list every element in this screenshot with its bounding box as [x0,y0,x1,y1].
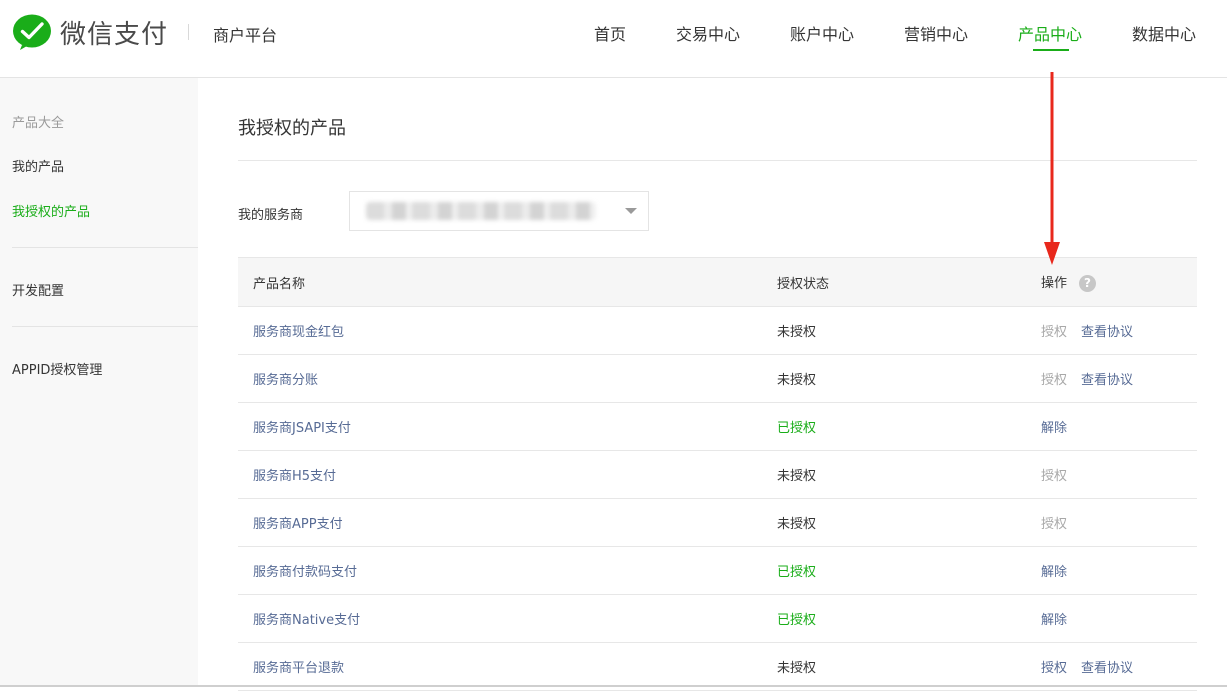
auth-status-text: 未授权 [777,517,817,532]
table-row: 服务商付款码支付 已授权 解除 [238,546,1197,595]
nav-account[interactable]: 账户中心 [790,21,854,45]
cell-actions: 授权 查看协议 [1041,354,1197,403]
authorize-button-disabled: 授权 [1041,469,1068,484]
sidebar-divider [12,247,198,248]
cell-auth-status: 未授权 [777,306,1041,355]
authorize-button-disabled: 授权 [1041,373,1068,388]
cell-auth-status: 已授权 [777,546,1041,595]
view-agreement-link[interactable]: 查看协议 [1081,325,1133,340]
cell-actions: 解除 [1041,546,1197,595]
nav-data[interactable]: 数据中心 [1132,21,1196,45]
cell-auth-status: 已授权 [777,402,1041,451]
auth-status-text: 已授权 [777,421,817,436]
red-arrow-annotation [1044,72,1060,265]
cell-actions: 解除 [1041,402,1197,451]
nav-transactions[interactable]: 交易中心 [676,21,740,45]
table-row: 服务商分账 未授权 授权 查看协议 [238,354,1197,403]
auth-status-text: 已授权 [777,565,817,580]
cell-auth-status: 已授权 [777,594,1041,643]
product-name-link[interactable]: 服务商分账 [253,373,318,388]
revoke-link[interactable]: 解除 [1041,565,1067,580]
column-header-actions-label: 操作 [1041,276,1068,291]
brand-divider [188,24,189,40]
cell-product-name: 服务商H5支付 [238,450,777,499]
cell-actions: 授权 查看协议 [1041,642,1197,691]
cell-auth-status: 未授权 [777,498,1041,547]
authorize-link[interactable]: 授权 [1041,661,1067,676]
cell-product-name: 服务商现金红包 [238,306,777,355]
cell-product-name: 服务商JSAPI支付 [238,402,777,451]
cell-product-name: 服务商分账 [238,354,777,403]
table-row: 服务商Native支付 已授权 解除 [238,594,1197,643]
sidebar-item-my-products[interactable]: 我的产品 [12,156,64,175]
auth-status-text: 未授权 [777,469,817,484]
cell-auth-status: 未授权 [777,450,1041,499]
wechat-pay-logo-icon[interactable] [12,13,52,51]
nav-home[interactable]: 首页 [594,21,626,45]
platform-name: 商户平台 [213,26,278,45]
column-header-auth-status: 授权状态 [777,257,1041,307]
cell-auth-status: 未授权 [777,642,1041,691]
product-name-link[interactable]: 服务商H5支付 [253,469,336,484]
cell-actions: 授权 [1041,498,1197,547]
nav-marketing[interactable]: 营销中心 [904,21,968,45]
auth-status-text: 未授权 [777,373,817,388]
cell-product-name: 服务商平台退款 [238,642,777,691]
cell-actions: 授权 [1041,450,1197,499]
auth-status-text: 未授权 [777,325,817,340]
authorize-button-disabled: 授权 [1041,325,1068,340]
table-row: 服务商APP支付 未授权 授权 [238,498,1197,547]
cell-product-name: 服务商APP支付 [238,498,777,547]
page-title: 我授权的产品 [238,118,346,139]
nav-products[interactable]: 产品中心 [1018,21,1082,45]
sidebar-group-title: 产品大全 [12,116,65,131]
view-agreement-link[interactable]: 查看协议 [1081,373,1133,388]
table-row: 服务商H5支付 未授权 授权 [238,450,1197,499]
blurred-provider-value [366,202,596,220]
cell-actions: 解除 [1041,594,1197,643]
sidebar-item-authorized-products[interactable]: 我授权的产品 [12,201,90,220]
sidebar-item-appid[interactable]: APPID授权管理 [12,359,102,378]
product-name-link[interactable]: 服务商APP支付 [253,517,343,532]
nav-active-indicator [1033,49,1069,51]
product-name-link[interactable]: 服务商JSAPI支付 [253,421,351,436]
cell-product-name: 服务商Native支付 [238,594,777,643]
top-navigation-bar: 微信支付 商户平台 首页 交易中心 账户中心 营销中心 产品中心 数据中心 [0,0,1227,78]
auth-status-text: 已授权 [777,613,817,628]
sidebar-item-dev-config[interactable]: 开发配置 [12,280,64,299]
product-name-link[interactable]: 服务商平台退款 [253,661,344,676]
revoke-link[interactable]: 解除 [1041,421,1067,436]
brand-name: 微信支付 [60,20,169,50]
authorized-products-table: 产品名称 授权状态 操作? 服务商现金红包 未授权 授权 查看协议 服务商分账 未授权 授权… [238,257,1197,691]
cell-auth-status: 未授权 [777,354,1041,403]
provider-select[interactable] [349,191,649,231]
table-body: 服务商现金红包 未授权 授权 查看协议 服务商分账 未授权 授权 查看协议 服务商JSAPI支付… [238,306,1197,691]
sidebar: 产品大全 我的产品 我授权的产品 开发配置 APPID授权管理 [0,78,198,687]
view-agreement-link[interactable]: 查看协议 [1081,661,1133,676]
auth-status-text: 未授权 [777,661,817,676]
sidebar-divider [12,326,198,327]
provider-label: 我的服务商 [238,208,304,223]
table-row: 服务商平台退款 未授权 授权 查看协议 [238,642,1197,691]
product-name-link[interactable]: 服务商现金红包 [253,325,344,340]
cell-product-name: 服务商付款码支付 [238,546,777,595]
table-row: 服务商现金红包 未授权 授权 查看协议 [238,306,1197,355]
chevron-down-icon [625,208,637,214]
product-name-link[interactable]: 服务商付款码支付 [253,565,357,580]
help-icon[interactable]: ? [1079,275,1097,292]
column-header-actions: 操作? [1041,257,1197,307]
column-header-product-name: 产品名称 [238,257,777,307]
product-name-link[interactable]: 服务商Native支付 [253,613,360,628]
revoke-link[interactable]: 解除 [1041,613,1067,628]
authorize-button-disabled: 授权 [1041,517,1068,532]
table-row: 服务商JSAPI支付 已授权 解除 [238,402,1197,451]
cell-actions: 授权 查看协议 [1041,306,1197,355]
